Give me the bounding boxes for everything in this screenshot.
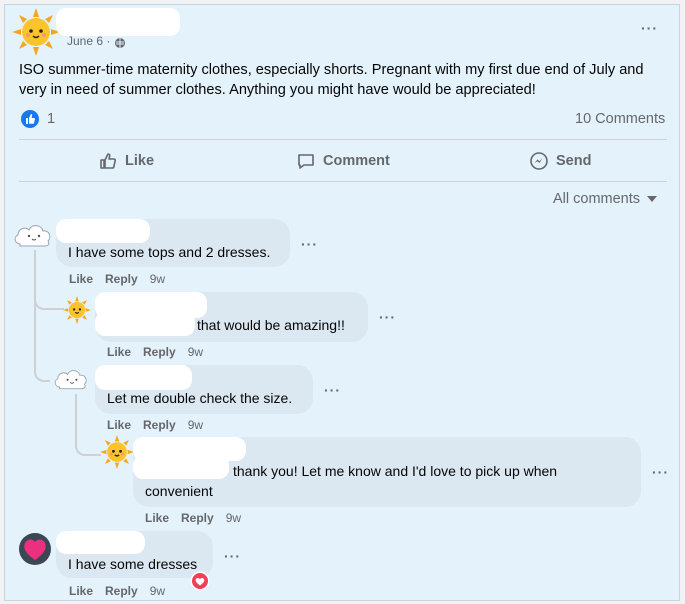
comment-label: Comment bbox=[323, 153, 390, 169]
comment-icon bbox=[298, 154, 314, 169]
comment-text: thank you! Let me know and I'd love to p… bbox=[233, 463, 558, 479]
globe-icon bbox=[114, 36, 126, 54]
post-more-button[interactable]: ··· bbox=[641, 20, 658, 36]
all-comments-dropdown[interactable]: All comments bbox=[553, 191, 658, 207]
comment-reply-button[interactable]: Reply bbox=[143, 418, 176, 432]
comment-like-button[interactable]: Like bbox=[69, 584, 93, 598]
tagged-name-redacted[interactable] bbox=[133, 455, 229, 479]
comment-actions: Like Reply 9w bbox=[69, 272, 165, 286]
comment-more-button[interactable]: ··· bbox=[652, 464, 669, 480]
comment-time[interactable]: 9w bbox=[188, 418, 203, 432]
comment-text: I have some dresses bbox=[68, 556, 198, 572]
sort-label: All comments bbox=[553, 191, 641, 207]
comment-like-button[interactable]: Like bbox=[107, 345, 131, 359]
author-name-redacted[interactable] bbox=[56, 8, 180, 36]
cloud-avatar-icon[interactable] bbox=[12, 216, 56, 252]
divider bbox=[19, 181, 667, 182]
caret-down-icon bbox=[647, 196, 658, 202]
comment-time[interactable]: 9w bbox=[150, 584, 165, 598]
comment-bubble: I have some tops and 2 dresses. bbox=[56, 219, 290, 267]
love-reaction-icon[interactable] bbox=[190, 571, 210, 596]
comment-like-button[interactable]: Like bbox=[69, 272, 93, 286]
comment-actions: Like Reply 9w bbox=[69, 584, 165, 598]
sun-avatar-icon[interactable] bbox=[63, 296, 91, 324]
thumbs-up-icon bbox=[100, 153, 117, 169]
comment-actions: Like Reply 9w bbox=[145, 511, 241, 525]
comment-time[interactable]: 9w bbox=[188, 345, 203, 359]
comment-bubble: that would be amazing!! bbox=[95, 292, 368, 342]
comment-reply-button[interactable]: Reply bbox=[181, 511, 214, 525]
comment-count[interactable]: 10 Comments bbox=[575, 111, 665, 127]
comment-bubble: thank you! Let me know and I'd love to p… bbox=[133, 437, 641, 507]
comment-actions: Like Reply 9w bbox=[107, 418, 203, 432]
comment-text: I have some tops and 2 dresses. bbox=[68, 244, 271, 260]
post-date[interactable]: June 6 · bbox=[67, 34, 110, 48]
like-button[interactable]: Like bbox=[98, 151, 154, 171]
comment-like-button[interactable]: Like bbox=[107, 418, 131, 432]
cloud-avatar-icon[interactable] bbox=[48, 362, 96, 394]
sun-avatar-icon[interactable] bbox=[100, 435, 134, 469]
comment-reply-button[interactable]: Reply bbox=[105, 272, 138, 286]
comment-time[interactable]: 9w bbox=[226, 511, 241, 525]
like-label: Like bbox=[125, 153, 155, 169]
thread-connector bbox=[34, 292, 64, 310]
comment-time[interactable]: 9w bbox=[150, 272, 165, 286]
tagged-name-redacted[interactable] bbox=[95, 312, 195, 336]
heart-avatar-icon[interactable] bbox=[19, 533, 51, 565]
reaction-count[interactable]: 1 bbox=[47, 111, 55, 127]
comment-reply-button[interactable]: Reply bbox=[105, 584, 138, 598]
comment-reply-button[interactable]: Reply bbox=[143, 345, 176, 359]
comment-more-button[interactable]: ··· bbox=[224, 548, 241, 564]
comment-button[interactable]: Comment bbox=[296, 151, 390, 171]
comment-text-continued: convenient bbox=[145, 483, 213, 499]
comment-like-button[interactable]: Like bbox=[145, 511, 169, 525]
commenter-name-redacted[interactable] bbox=[56, 219, 150, 243]
comment-actions: Like Reply 9w bbox=[107, 345, 203, 359]
comment-text: that would be amazing!! bbox=[197, 317, 345, 333]
commenter-name-redacted[interactable] bbox=[56, 531, 145, 554]
comment-bubble: Let me double check the size. bbox=[95, 365, 313, 414]
comment-more-button[interactable]: ··· bbox=[379, 309, 396, 325]
send-button[interactable]: Send bbox=[529, 151, 591, 171]
divider bbox=[19, 139, 667, 140]
comment-more-button[interactable]: ··· bbox=[324, 382, 341, 398]
comment-more-button[interactable]: ··· bbox=[301, 236, 318, 252]
post-text: ISO summer-time maternity clothes, espec… bbox=[19, 62, 644, 98]
comment-text: Let me double check the size. bbox=[107, 390, 293, 406]
sun-avatar-icon[interactable] bbox=[12, 8, 60, 56]
like-reaction-icon[interactable] bbox=[21, 110, 39, 133]
messenger-icon bbox=[530, 152, 548, 170]
commenter-name-redacted[interactable] bbox=[95, 365, 192, 390]
send-label: Send bbox=[556, 153, 592, 169]
